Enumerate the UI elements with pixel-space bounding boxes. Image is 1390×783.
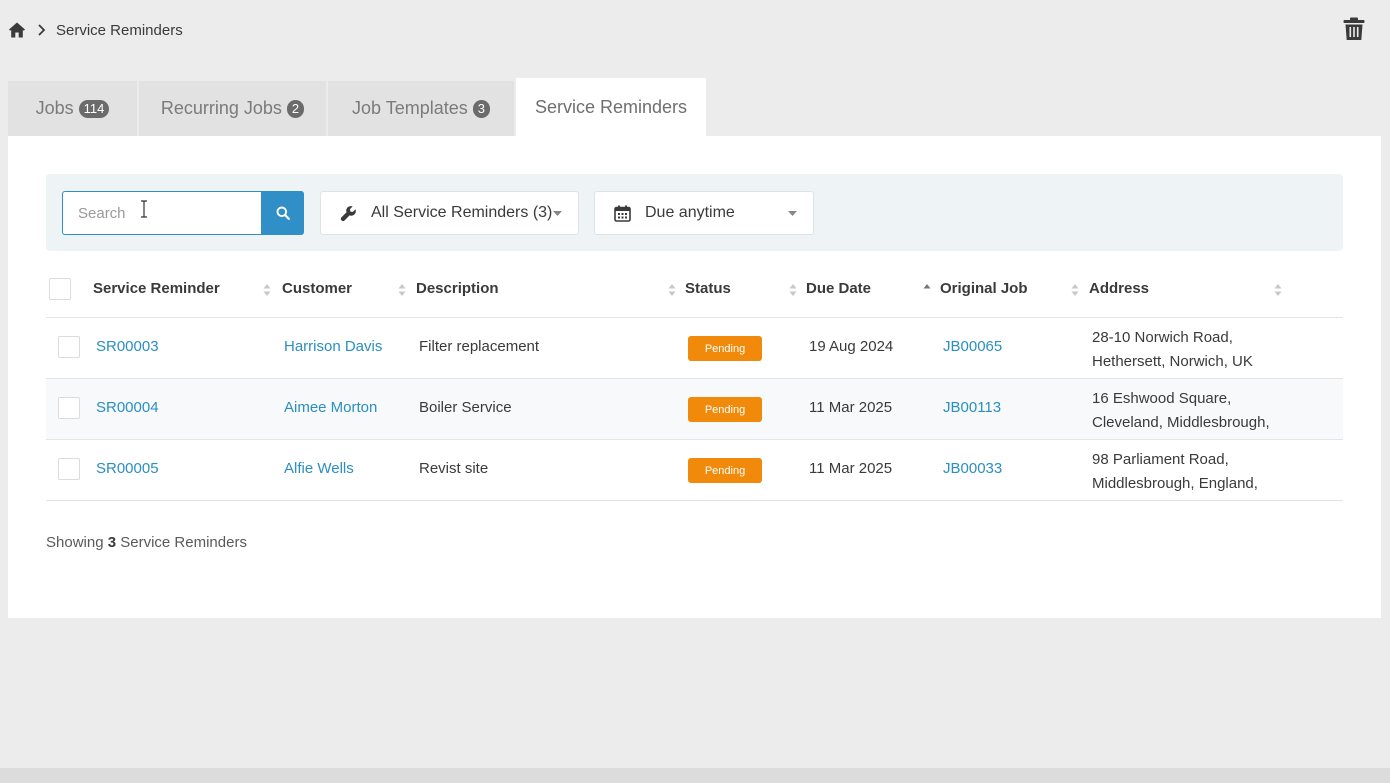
- address-line-1: 16 Eshwood Square,: [1092, 390, 1232, 407]
- sort-ascending-icon[interactable]: [923, 283, 931, 297]
- due-date-filter-label: Due anytime: [645, 204, 735, 221]
- top-bar: Service Reminders: [0, 0, 1390, 62]
- customer-link[interactable]: Aimee Morton: [284, 399, 377, 416]
- column-header-customer[interactable]: Customer: [282, 280, 352, 297]
- results-suffix: Service Reminders: [120, 534, 247, 551]
- tab-jobs-label: Jobs: [35, 98, 74, 118]
- results-prefix: Showing: [46, 534, 104, 551]
- address-text: 16 Eshwood Square, Cleveland, Middlesbro…: [1092, 387, 1270, 435]
- table-row[interactable]: SR00004 Aimee Morton Boiler Service Pend…: [46, 379, 1343, 440]
- row-checkbox[interactable]: [58, 458, 80, 480]
- tab-job-templates-label: Job Templates: [352, 98, 468, 118]
- sort-icon[interactable]: [1071, 283, 1079, 297]
- main-panel: All Service Reminders (3) Due anytime: [8, 136, 1381, 618]
- row-checkbox[interactable]: [58, 336, 80, 358]
- column-header-due-date[interactable]: Due Date: [806, 280, 871, 297]
- calendar-icon: [614, 205, 631, 222]
- search-icon: [276, 206, 290, 220]
- column-header-service-reminder[interactable]: Service Reminder: [93, 280, 220, 297]
- original-job-link[interactable]: JB00113: [943, 399, 1001, 416]
- chevron-right-icon: [38, 24, 46, 36]
- row-checkbox[interactable]: [58, 397, 80, 419]
- tab-recurring-jobs-label: Recurring Jobs: [160, 98, 282, 118]
- bottom-strip: [0, 768, 1390, 783]
- service-reminder-link[interactable]: SR00005: [96, 460, 159, 477]
- original-job-link[interactable]: JB00065: [943, 338, 1002, 355]
- address-text: 98 Parliament Road, Middlesbrough, Engla…: [1092, 448, 1258, 496]
- results-summary: Showing 3 Service Reminders: [46, 534, 247, 551]
- description-text: Filter replacement: [419, 338, 540, 355]
- address-line-1: 98 Parliament Road,: [1092, 451, 1229, 468]
- service-reminder-filter-label: All Service Reminders (3): [371, 204, 553, 221]
- service-reminders-table: Service Reminder Customer Description St…: [46, 265, 1343, 501]
- home-icon[interactable]: [8, 21, 26, 39]
- description-text: Revist site: [419, 460, 489, 477]
- due-date-text: 11 Mar 2025: [809, 460, 893, 477]
- wrench-icon: [340, 206, 356, 222]
- customer-link[interactable]: Harrison Davis: [284, 338, 382, 355]
- description-text: Boiler Service: [419, 399, 512, 416]
- text-cursor-icon: [141, 200, 147, 218]
- search-input[interactable]: [62, 191, 261, 235]
- customer-link[interactable]: Alfie Wells: [284, 460, 354, 477]
- tab-job-templates[interactable]: Job Templates 3: [328, 81, 514, 136]
- service-reminder-filter-dropdown[interactable]: All Service Reminders (3): [320, 191, 579, 235]
- column-header-status[interactable]: Status: [685, 280, 731, 297]
- due-date-filter-dropdown[interactable]: Due anytime: [594, 191, 814, 235]
- trash-icon[interactable]: [1343, 17, 1365, 41]
- sort-icon[interactable]: [1274, 283, 1282, 297]
- column-header-address[interactable]: Address: [1089, 280, 1149, 297]
- sort-icon[interactable]: [789, 283, 797, 297]
- tab-jobs-badge: 114: [78, 99, 110, 118]
- table-header: Service Reminder Customer Description St…: [46, 265, 1343, 318]
- original-job-link[interactable]: JB00033: [943, 460, 1002, 477]
- due-date-text: 11 Mar 2025: [809, 399, 893, 416]
- status-badge: Pending: [688, 458, 762, 483]
- tab-job-templates-badge: 3: [472, 99, 490, 118]
- column-header-description[interactable]: Description: [416, 280, 499, 297]
- address-line-2: Hethersett, Norwich, UK: [1092, 353, 1253, 370]
- tab-service-reminders-label: Service Reminders: [534, 96, 688, 117]
- tab-recurring-jobs[interactable]: Recurring Jobs 2: [139, 81, 326, 136]
- due-date-text: 19 Aug 2024: [809, 338, 894, 355]
- table-row[interactable]: SR00003 Harrison Davis Filter replacemen…: [46, 318, 1343, 379]
- status-badge: Pending: [688, 397, 762, 422]
- select-all-checkbox[interactable]: [49, 278, 71, 300]
- filter-bar: All Service Reminders (3) Due anytime: [46, 174, 1343, 251]
- address-text: 28-10 Norwich Road, Hethersett, Norwich,…: [1092, 326, 1253, 374]
- sort-icon[interactable]: [263, 283, 271, 297]
- status-badge: Pending: [688, 336, 762, 361]
- search-button[interactable]: [261, 191, 304, 235]
- results-count: 3: [107, 534, 117, 551]
- caret-down-icon: [788, 211, 797, 216]
- tab-recurring-jobs-badge: 2: [286, 99, 305, 118]
- tab-jobs[interactable]: Jobs 114: [8, 81, 137, 136]
- breadcrumb-current: Service Reminders: [56, 22, 183, 39]
- address-line-1: 28-10 Norwich Road,: [1092, 329, 1233, 346]
- caret-down-icon: [553, 211, 562, 216]
- service-reminder-link[interactable]: SR00003: [96, 338, 159, 355]
- address-line-2: Middlesbrough, England,: [1092, 475, 1258, 492]
- sort-icon[interactable]: [668, 283, 676, 297]
- table-row[interactable]: SR00005 Alfie Wells Revist site Pending …: [46, 440, 1343, 501]
- column-header-original-job[interactable]: Original Job: [940, 280, 1028, 297]
- tab-service-reminders[interactable]: Service Reminders: [516, 78, 706, 136]
- sort-icon[interactable]: [398, 283, 406, 297]
- address-line-2: Cleveland, Middlesbrough,: [1092, 414, 1270, 431]
- service-reminder-link[interactable]: SR00004: [96, 399, 159, 416]
